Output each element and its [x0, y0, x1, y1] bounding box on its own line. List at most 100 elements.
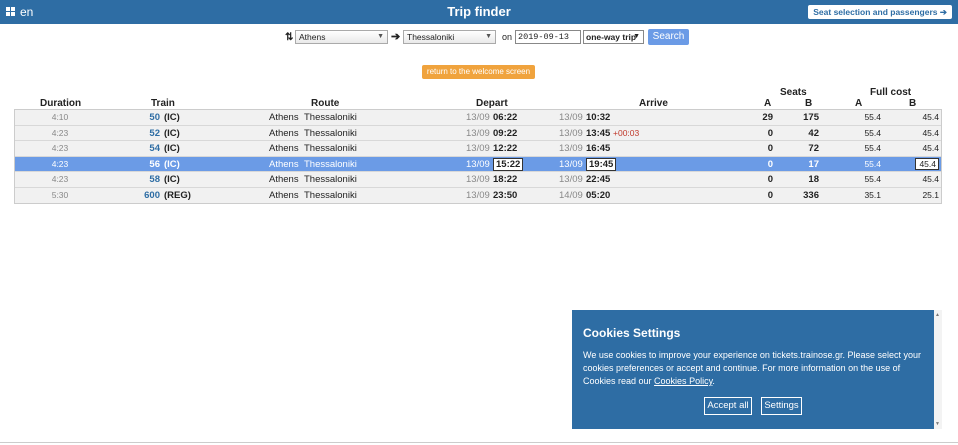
depart-date: 13/09 [466, 127, 490, 139]
seats-a: 0 [767, 158, 773, 170]
swap-stations-icon[interactable]: ⇅ [285, 32, 293, 43]
cookie-scrollbar[interactable]: ▲ ▼ [934, 310, 942, 429]
table-row[interactable]: 4:10 50 (IC) Athens Thessaloniki 13/09 0… [15, 110, 941, 126]
cookie-text-end: . [712, 376, 715, 386]
duration-cell: 5:30 [51, 189, 69, 200]
seats-b: 17 [808, 158, 819, 170]
route-to: Thessaloniki [304, 143, 357, 154]
seats-a: 29 [762, 112, 773, 123]
train-class: (IC) [164, 112, 180, 123]
arrive-time: 05:20 [586, 189, 611, 201]
depart-date: 13/09 [466, 112, 490, 123]
route-to: Thessaloniki [304, 189, 357, 201]
trip-table: 4:10 50 (IC) Athens Thessaloniki 13/09 0… [14, 109, 942, 204]
train-number-link[interactable]: 54 [115, 143, 160, 154]
search-button[interactable]: Search [648, 29, 689, 45]
route-to: Thessaloniki [304, 174, 357, 185]
seats-b: 175 [803, 112, 819, 123]
train-class: (IC) [164, 174, 180, 185]
seats-a: 0 [767, 127, 773, 139]
arrive-date: 13/09 [559, 174, 583, 185]
table-row[interactable]: 4:23 58 (IC) Athens Thessaloniki 13/09 1… [15, 172, 941, 188]
route-to: Thessaloniki [304, 112, 357, 123]
trip-type-value: one-way trip [586, 32, 637, 42]
cost-a: 35.1 [864, 189, 881, 200]
table-row-selected[interactable]: 4:23 56 (IC) Athens Thessaloniki 13/09 1… [15, 156, 941, 172]
arrive-date: 14/09 [559, 189, 583, 201]
cost-b: 45.4 [922, 143, 939, 153]
cost-b: 45.4 [922, 112, 939, 122]
cost-a: 55.4 [864, 158, 881, 169]
scroll-down-icon[interactable]: ▼ [935, 421, 940, 427]
cost-b: 25.1 [922, 189, 939, 200]
train-number-link[interactable]: 56 [115, 159, 160, 170]
seats-a: 0 [767, 189, 773, 201]
search-bar: ⇅ Athens ▼ ➔ Thessaloniki ▼ on 2019-09-1… [0, 29, 958, 45]
from-station-select[interactable]: Athens ▼ [295, 30, 388, 44]
train-number-link[interactable]: 52 [115, 128, 160, 139]
table-header: Duration Train Route Depart Arrive Seats… [0, 87, 958, 109]
arrive-date: 13/09 [559, 143, 583, 154]
route-from: Athens [269, 158, 299, 170]
cost-a: 55.4 [864, 174, 881, 184]
welcome-screen-button[interactable]: return to the welcome screen [422, 65, 535, 79]
seats-a: 0 [767, 143, 773, 154]
arrive-date: 13/09 [559, 112, 583, 123]
seat-selection-button[interactable]: Seat selection and passengers ➔ [808, 5, 952, 19]
train-number-link[interactable]: 58 [115, 174, 160, 185]
route-from: Athens [269, 174, 299, 185]
train-number-link[interactable]: 600 [115, 190, 160, 201]
train-class: (IC) [164, 158, 180, 170]
col-cost-a: A [855, 98, 863, 109]
depart-time: 23:50 [493, 189, 518, 201]
cookies-policy-link[interactable]: Cookies Policy [654, 376, 712, 386]
depart-time: 09:22 [493, 127, 518, 139]
train-class: (IC) [164, 127, 180, 139]
divider [0, 442, 958, 443]
to-station-select[interactable]: Thessaloniki ▼ [403, 30, 496, 44]
seats-b: 42 [808, 127, 819, 139]
depart-date: 13/09 [466, 174, 490, 185]
accept-all-button[interactable]: Accept all [704, 397, 752, 415]
route-from: Athens [269, 112, 299, 123]
to-station-value: Thessaloniki [407, 32, 455, 42]
col-seats: Seats [780, 87, 807, 98]
top-bar: en Trip finder Seat selection and passen… [0, 0, 958, 24]
cost-a: 55.4 [864, 127, 881, 138]
cookie-dialog-title: Cookies Settings [583, 326, 681, 340]
cookie-text-body: We use cookies to improve your experienc… [583, 350, 922, 386]
seats-b: 72 [808, 143, 819, 154]
from-station-value: Athens [299, 32, 326, 42]
train-class: (REG) [164, 189, 191, 201]
col-seats-b: B [805, 98, 813, 109]
chevron-down-icon: ▼ [485, 33, 492, 40]
trip-type-select[interactable]: one-way trip ▼ [583, 30, 644, 44]
col-duration: Duration [40, 98, 82, 109]
col-train: Train [151, 98, 175, 109]
table-row[interactable]: 5:30 600 (REG) Athens Thessaloniki 13/09… [15, 187, 941, 203]
cost-a: 55.4 [864, 112, 881, 122]
col-depart: Depart [476, 98, 508, 109]
duration-cell: 4:23 [51, 158, 69, 169]
cost-b: 45.4 [922, 127, 939, 138]
chevron-down-icon: ▼ [377, 33, 384, 40]
date-input[interactable]: 2019-09-13 [515, 30, 581, 44]
cookie-settings-button[interactable]: Settings [761, 397, 802, 415]
arrive-time: 16:45 [586, 143, 611, 154]
depart-date: 13/09 [466, 143, 490, 154]
seats-b: 336 [803, 189, 819, 201]
seats-a: 0 [767, 174, 773, 185]
depart-time: 15:22 [493, 157, 524, 171]
scroll-up-icon[interactable]: ▲ [935, 312, 940, 318]
train-number-link[interactable]: 50 [115, 112, 160, 123]
arrive-time: 13:45 [586, 127, 611, 139]
depart-time: 12:22 [493, 143, 518, 154]
arrive-time: 22:45 [586, 174, 611, 185]
table-row[interactable]: 4:23 54 (IC) Athens Thessaloniki 13/09 1… [15, 141, 941, 157]
depart-time: 18:22 [493, 174, 518, 185]
arrive-date: 13/09 [559, 158, 583, 170]
duration-cell: 4:23 [51, 127, 69, 138]
on-label: on [502, 32, 513, 42]
table-row[interactable]: 4:23 52 (IC) Athens Thessaloniki 13/09 0… [15, 125, 941, 141]
route-to: Thessaloniki [304, 158, 357, 170]
